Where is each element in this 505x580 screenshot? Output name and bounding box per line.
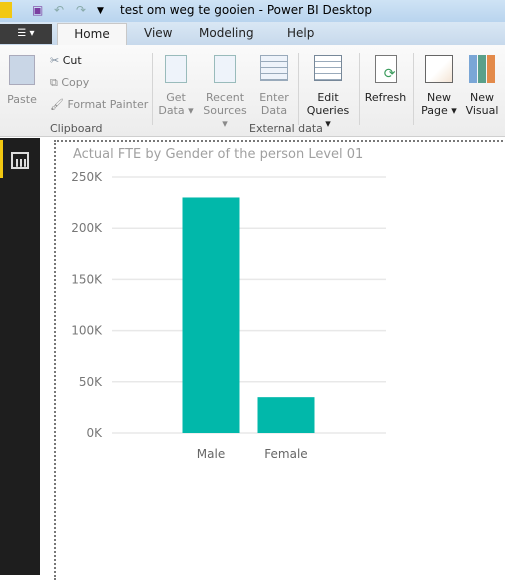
brush-icon: 🖌	[50, 98, 64, 111]
enter-data-label-2: Data	[260, 104, 288, 117]
ribbon: Paste ✂ Cut ⧉ Copy 🖌 Format Painter Clip…	[0, 45, 505, 137]
new-page-icon	[425, 55, 453, 83]
scissors-icon: ✂	[50, 54, 60, 67]
table-icon	[260, 55, 288, 81]
recent-sources-label-2: Sources	[203, 104, 247, 117]
new-page-label: New	[427, 91, 451, 104]
get-data-label-2: Data	[158, 104, 185, 117]
edit-queries-button[interactable]: Edit Queries ▾	[303, 55, 353, 130]
copy-icon: ⧉	[50, 76, 58, 89]
edit-queries-icon	[314, 55, 342, 81]
visual-container[interactable]	[54, 140, 505, 580]
divider	[413, 53, 414, 125]
get-data-label: Get	[166, 91, 186, 104]
cut-label: Cut	[62, 54, 82, 67]
copy-label: Copy	[61, 76, 90, 89]
new-page-label-2: Page	[421, 104, 448, 117]
divider	[152, 53, 153, 125]
recent-sources-icon	[214, 55, 236, 83]
refresh-label: Refresh	[364, 91, 407, 104]
tab-home[interactable]: Home	[57, 23, 127, 46]
divider	[359, 53, 360, 125]
refresh-button[interactable]: ⟳ Refresh	[363, 55, 408, 104]
customize-toolbar-icon[interactable]: ▼	[97, 6, 104, 16]
enter-data-label: Enter	[259, 91, 289, 104]
refresh-icon: ⟳	[374, 55, 397, 83]
divider	[298, 53, 299, 125]
new-visual-icon	[469, 55, 495, 83]
edit-queries-label: Edit	[317, 91, 339, 104]
tab-view[interactable]: View	[144, 26, 172, 40]
paste-label: Paste	[7, 93, 37, 106]
copy-button[interactable]: ⧉ Copy	[50, 76, 89, 89]
file-menu-button[interactable]: ☰ ▾	[0, 24, 52, 44]
get-data-button[interactable]: Get Data ▾	[158, 55, 194, 117]
new-visual-label: New	[470, 91, 494, 104]
new-page-button[interactable]: New Page ▾	[419, 55, 459, 117]
powerbi-logo-icon	[0, 2, 12, 18]
window-title: test om weg te gooien - Power BI Desktop	[120, 3, 372, 17]
external-data-group-label: External data	[249, 122, 323, 135]
edit-queries-label-2: Queries	[306, 104, 350, 117]
new-visual-label-2: Visual	[465, 104, 499, 117]
clipboard-group-label: Clipboard	[50, 122, 103, 135]
get-data-icon	[165, 55, 187, 83]
view-sidebar	[0, 138, 40, 575]
clipboard-icon	[9, 55, 35, 85]
title-bar: ▣ ↶ ↷ ▼ test om weg te gooien - Power BI…	[0, 0, 505, 22]
cut-button[interactable]: ✂ Cut	[50, 54, 82, 67]
undo-icon[interactable]: ↶	[54, 3, 64, 17]
save-icon[interactable]: ▣	[32, 3, 43, 17]
ribbon-tabs: ☰ ▾ Home View Modeling Help	[0, 22, 505, 46]
tab-modeling[interactable]: Modeling	[199, 26, 254, 40]
report-view-icon[interactable]	[11, 152, 29, 169]
recent-sources-label: Recent	[205, 91, 245, 104]
enter-data-button[interactable]: Enter Data	[256, 55, 292, 117]
format-painter-label: Format Painter	[67, 98, 149, 111]
redo-icon[interactable]: ↷	[76, 3, 86, 17]
paste-button[interactable]: Paste	[6, 55, 38, 106]
recent-sources-button[interactable]: Recent Sources ▾	[200, 55, 250, 130]
selected-indicator	[0, 140, 3, 178]
format-painter-button[interactable]: 🖌 Format Painter	[50, 98, 148, 111]
new-visual-button[interactable]: New Visual	[463, 55, 501, 117]
tab-help[interactable]: Help	[287, 26, 314, 40]
